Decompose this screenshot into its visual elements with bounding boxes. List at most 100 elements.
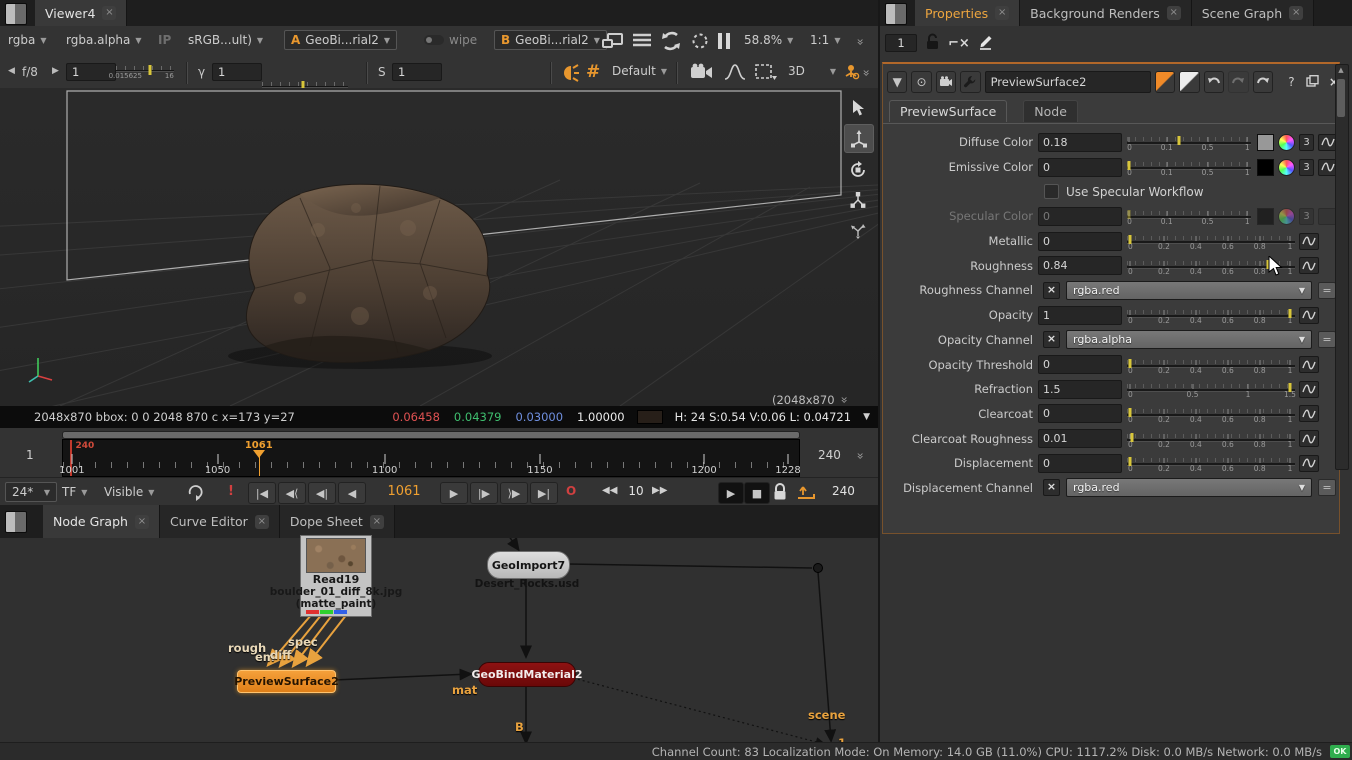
gl-color-button[interactable] [1179,71,1199,93]
revert-button[interactable] [1253,71,1273,93]
panel-grip-icon[interactable] [885,3,907,25]
param-slider[interactable]: 00.511.5 [1127,380,1295,398]
close-icon[interactable]: × [255,515,269,529]
param-input[interactable]: 0 [1038,232,1122,251]
timeline-track[interactable]: 240 1061 100110501100115012001228 [62,439,800,477]
fstop-next-icon[interactable]: ▶ [52,66,59,76]
undo-button[interactable] [1204,71,1224,93]
component-count-button[interactable]: 3 [1299,134,1314,151]
equals-button[interactable]: = [1318,479,1336,496]
curve-editor-button[interactable] [1299,257,1319,274]
close-icon[interactable]: × [995,6,1009,20]
node-previewsurface2[interactable]: PreviewSurface2 [237,670,336,693]
curve-editor-button[interactable] [1299,356,1319,373]
panel-grip-icon[interactable] [5,3,27,25]
param-input[interactable]: 0.84 [1038,256,1122,275]
step-back-button[interactable]: ◀| [308,482,336,504]
jump-forward-icon[interactable]: ▶▶ [652,485,667,496]
max-panels-input[interactable]: 1 [885,34,917,52]
param-input[interactable]: 0.18 [1038,133,1122,152]
node-name-field[interactable]: PreviewSurface2 [985,71,1152,93]
color-wheel-icon[interactable] [1278,159,1295,176]
roi-icon[interactable] [690,31,710,54]
node-color-button[interactable] [1155,71,1175,93]
clear-channel-button[interactable]: × [1043,331,1060,348]
scale-tool[interactable] [844,186,872,213]
tab-properties[interactable]: Properties× [915,0,1020,26]
gain-slider[interactable]: 0.015625 16 [116,63,174,79]
monitor-output-icon[interactable] [602,32,624,53]
clear-channel-button[interactable]: × [1043,479,1060,496]
frame-increment[interactable]: 10 [624,484,648,498]
tab-background-renders[interactable]: Background Renders× [1020,0,1192,26]
pause-icon[interactable] [716,32,732,53]
color-swatch[interactable] [1257,208,1274,225]
tab-scene-graph[interactable]: Scene Graph× [1192,0,1314,26]
lut-dropdown[interactable]: Default▼ [612,64,667,78]
record-button[interactable]: O [566,484,576,498]
stack-lines-icon[interactable] [632,32,652,53]
goto-start-button[interactable]: |◀ [248,482,276,504]
center-node-button[interactable]: ⊙ [911,71,931,93]
timeline-expand-icon[interactable]: » [854,452,868,457]
redo-disabled-button[interactable] [1228,71,1248,93]
lock-icon[interactable] [925,33,940,53]
curve-editor-button[interactable] [1299,307,1319,324]
tab-viewer4[interactable]: Viewer4 × [35,0,127,26]
param-slider[interactable]: 00.10.51 [1127,133,1251,151]
play-backward-button[interactable]: ◀ [338,482,366,504]
param-slider[interactable]: 00.20.40.60.81 [1127,306,1295,324]
saturation-input[interactable]: 1 [392,63,442,81]
param-input[interactable]: 0 [1038,207,1122,226]
tab-dope-sheet[interactable]: Dope Sheet× [280,505,395,538]
pixel-aspect-dropdown[interactable]: 1:1▼ [810,33,840,47]
view-mode-dropdown[interactable]: 3D▼ [788,64,836,78]
panel-menu-button[interactable]: ▼ [887,71,907,93]
close-icon[interactable]: × [370,515,384,529]
overlay-expand-icon[interactable]: » [838,396,852,401]
sync-icon[interactable] [660,30,682,55]
headlamp-icon[interactable] [558,62,580,87]
skew-tool[interactable] [844,216,872,243]
playhead-handle[interactable] [253,450,265,458]
panel-grip-icon[interactable] [5,511,27,533]
channel-dropdown[interactable]: rgba.alpha▼ [1066,330,1312,349]
status-dropdown-icon[interactable]: ▼ [863,412,870,422]
goto-end-button[interactable]: ▶| [530,482,558,504]
node-geoimport7[interactable]: GeoImport7 [487,551,570,579]
curve-editor-button[interactable] [1299,405,1319,422]
checkbox[interactable] [1044,184,1059,199]
close-all-panels-icon[interactable]: ⌐× [948,36,970,51]
input-a-dropdown[interactable]: A GeoBi...rial2▼ [284,30,397,50]
play-button[interactable]: ▶ [440,482,468,504]
camera-icon[interactable] [690,63,714,84]
param-input[interactable]: 0 [1038,454,1122,473]
next-keyframe-button[interactable]: ⟩▶ [500,482,528,504]
param-input[interactable]: 1 [1038,306,1122,325]
jump-back-icon[interactable]: ◀◀ [602,485,617,496]
close-icon[interactable]: × [135,515,149,529]
param-slider[interactable]: 00.10.51 [1127,207,1251,225]
close-icon[interactable]: × [102,6,116,20]
channel-dropdown[interactable]: rgba.red▼ [1066,281,1312,300]
color-swatch[interactable] [1257,159,1274,176]
viewer-process-dropdown[interactable]: sRGB...ult)▼ [188,33,263,47]
curve-editor-button[interactable] [1299,381,1319,398]
equals-button[interactable]: = [1318,331,1336,348]
loop-mode-icon[interactable] [186,482,206,505]
visibility-dropdown[interactable]: Visible▼ [104,485,154,499]
rotate-tool[interactable] [844,156,872,183]
toolbar-expand-icon[interactable]: » [854,38,868,43]
viewport-3d[interactable]: Y Z X (2048x870 » [0,88,878,406]
component-count-button[interactable]: 3 [1299,159,1314,176]
toolbar2-expand-icon[interactable]: » [860,69,874,74]
help-icon[interactable]: ? [1285,75,1298,89]
input-b-dropdown[interactable]: B GeoBi...rial2▼ [494,30,607,50]
timeline-scrollbar[interactable] [62,431,800,439]
render-range-icon[interactable] [796,482,816,505]
range-end[interactable]: 240 [818,448,841,462]
param-input[interactable]: 0 [1038,158,1122,177]
gaussian-curve-icon[interactable] [724,63,746,84]
curve-editor-button[interactable] [1299,430,1319,447]
float-panel-icon[interactable] [1306,75,1319,90]
